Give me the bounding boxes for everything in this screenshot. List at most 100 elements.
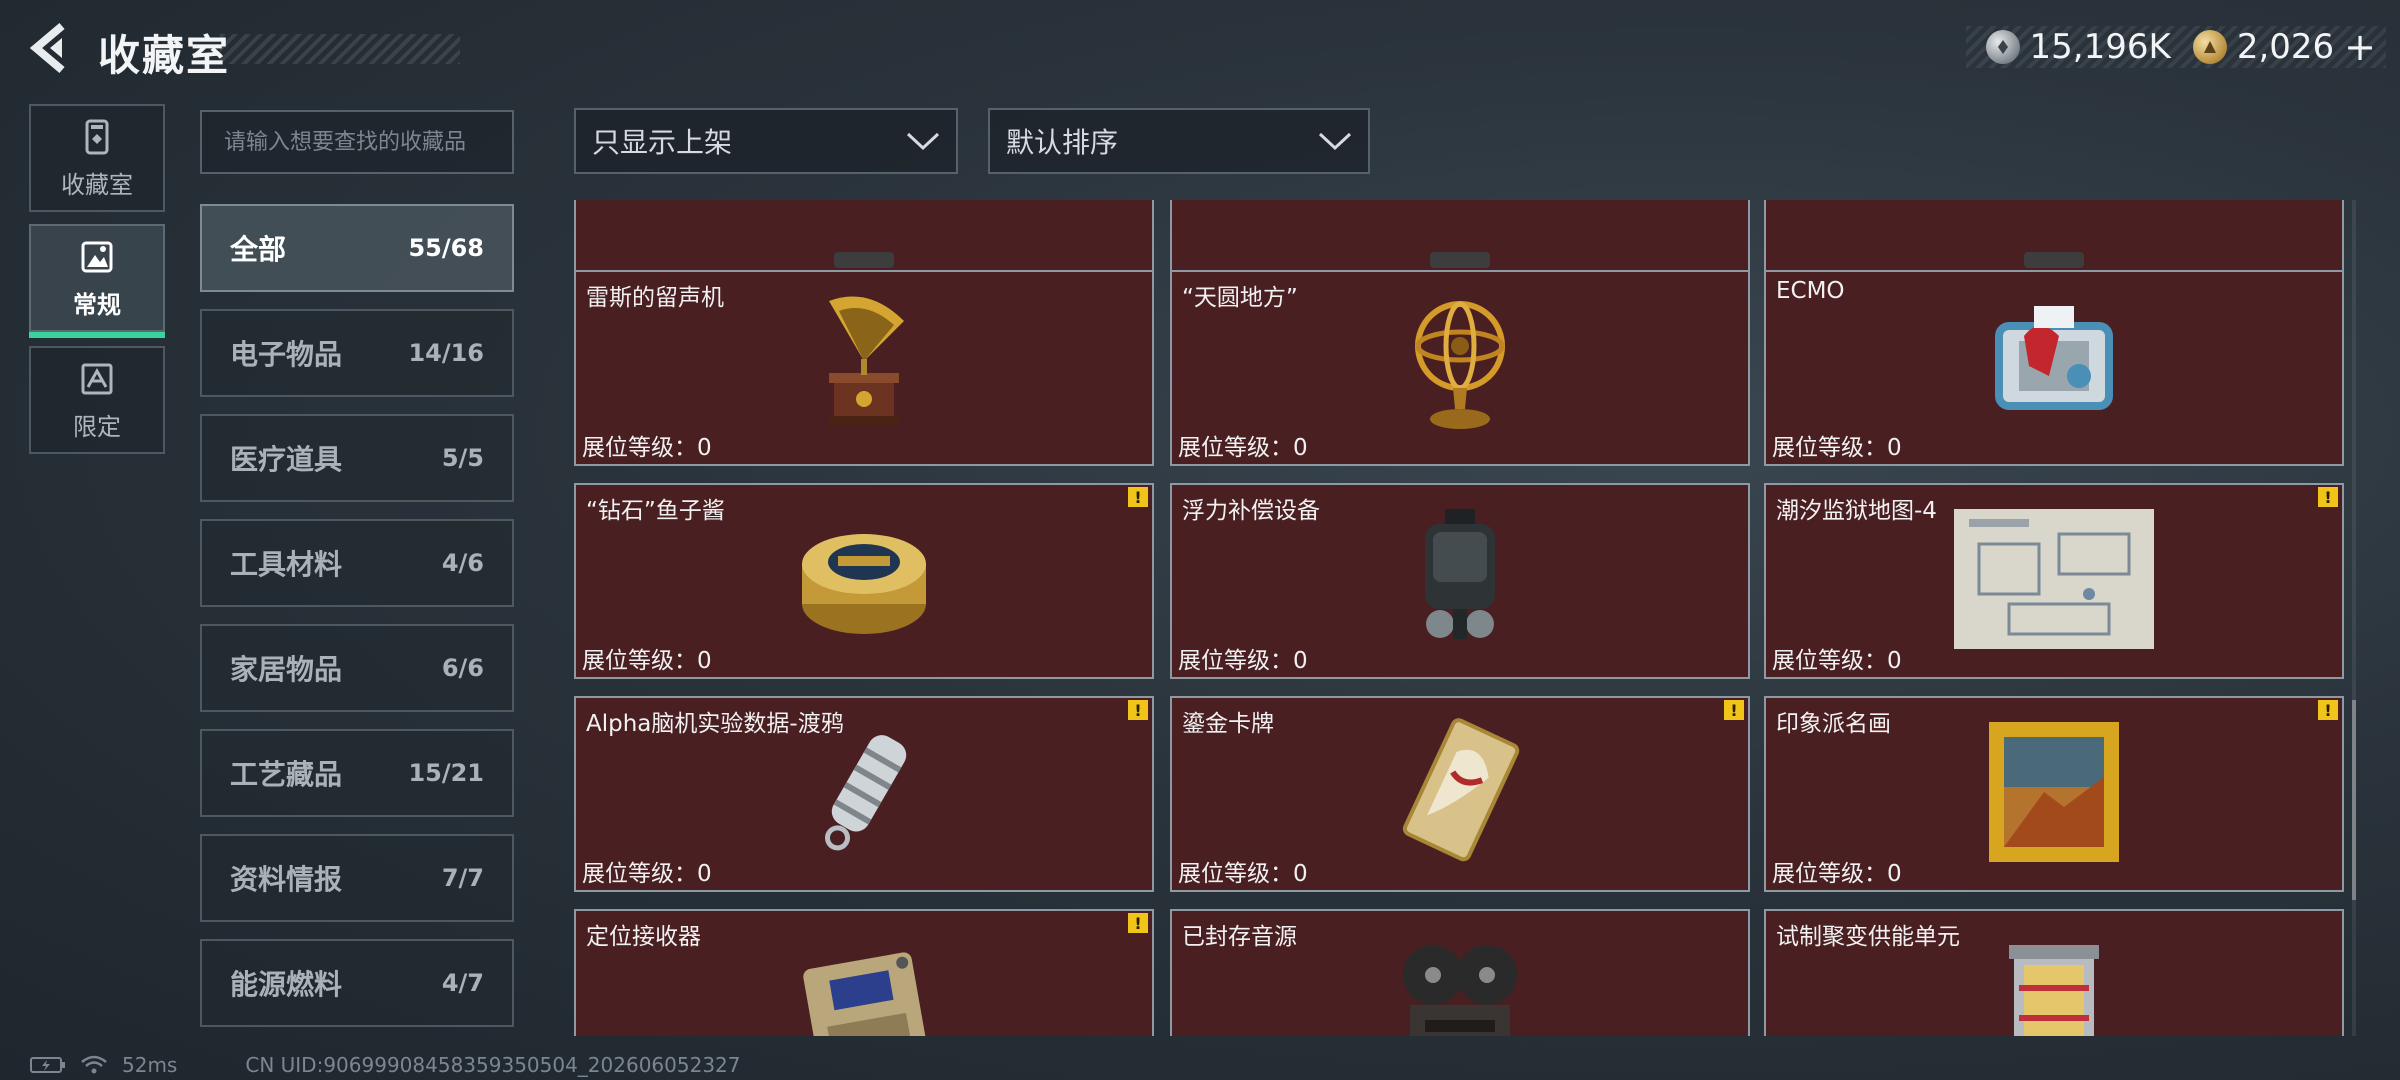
- item-receiver-icon: [794, 935, 934, 1036]
- collection-card[interactable]: 印象派名画 展位等级：0!: [1764, 696, 2344, 892]
- item-card-icon: [1400, 717, 1520, 871]
- category-count: 7/7: [441, 864, 484, 892]
- item-painting-icon: [1984, 717, 2124, 871]
- nav-collection-room[interactable]: 收藏室: [29, 104, 165, 212]
- nav-label: 收藏室: [61, 170, 133, 199]
- collection-card[interactable]: 试制聚变供能单元: [1764, 909, 2344, 1036]
- collection-card[interactable]: 浮力补偿设备展位等级：0: [1170, 483, 1750, 679]
- category-name: 资料情报: [230, 863, 343, 896]
- item-ecmo-icon: [1979, 296, 2129, 440]
- search-input[interactable]: [224, 129, 512, 155]
- warning-icon: !: [1128, 913, 1148, 933]
- category-name: 能源燃料: [230, 968, 343, 1001]
- collection-card[interactable]: “钻石”鱼子酱 展位等级：0!: [574, 483, 1154, 679]
- item-level: 展位等级：0: [1772, 641, 1902, 675]
- back-button[interactable]: [28, 22, 72, 74]
- item-name: 潮汐监狱地图-4: [1776, 498, 1937, 524]
- item-level: 展位等级：0: [1178, 428, 1308, 462]
- level-value: 0: [1293, 435, 1308, 461]
- item-armillary-icon: [1405, 291, 1515, 445]
- level-label: 展位等级：: [1178, 435, 1293, 461]
- add-currency-button[interactable]: +: [2344, 25, 2376, 69]
- collection-card[interactable]: Alpha脑机实验数据-渡鸦 展位等级：0!: [574, 696, 1154, 892]
- status-footer: 52ms CN UID:9069990845835935​0504_202606…: [30, 1052, 741, 1078]
- back-arrow-icon: [29, 22, 65, 74]
- level-label: 展位等级：: [582, 435, 697, 461]
- level-value: 0: [697, 861, 712, 887]
- category-count: 5/5: [441, 444, 484, 472]
- item-level: 展位等级：0: [1178, 641, 1308, 675]
- collection-room-icon: [85, 119, 109, 154]
- collection-card[interactable]: 鎏金卡牌 展位等级：0!: [1170, 696, 1750, 892]
- level-value: 0: [1293, 648, 1308, 674]
- category-item[interactable]: 电子物品 14/16: [200, 309, 514, 397]
- collection-card[interactable]: 已封存音源: [1170, 909, 1750, 1036]
- category-item[interactable]: 家居物品 6/6: [200, 624, 514, 712]
- category-name: 工艺藏品: [230, 758, 343, 791]
- category-count: 55/68: [408, 234, 484, 262]
- category-count: 15/21: [408, 759, 484, 787]
- search-box[interactable]: [200, 110, 514, 174]
- item-bcd-icon: [1405, 504, 1515, 658]
- item-name: Alpha脑机实验数据-渡鸦: [586, 711, 844, 737]
- item-level: 展位等级：0: [1772, 854, 1902, 888]
- item-name: 定位接收器: [586, 924, 701, 950]
- category-item[interactable]: 工具材料 4/6: [200, 519, 514, 607]
- level-label: 展位等级：: [1772, 648, 1887, 674]
- regular-icon: [81, 241, 113, 272]
- category-item[interactable]: 医疗道具 5/5: [200, 414, 514, 502]
- silver-coin-icon: [1985, 30, 2020, 64]
- collection-card[interactable]: ECMO 展位等级：0: [1764, 270, 2344, 466]
- level-label: 展位等级：: [1178, 861, 1293, 887]
- nav-limited[interactable]: 限定: [29, 346, 165, 454]
- level-value: 0: [1887, 435, 1902, 461]
- category-item[interactable]: 能源燃料 4/7: [200, 939, 514, 1027]
- nav-regular[interactable]: 常规: [29, 224, 165, 338]
- category-count: 6/6: [441, 654, 484, 682]
- level-value: 0: [1887, 648, 1902, 674]
- scrollbar-thumb[interactable]: [2352, 700, 2356, 900]
- category-count: 4/6: [441, 549, 484, 577]
- sort-value: 默认排序: [1006, 126, 1119, 159]
- level-label: 展位等级：: [1772, 435, 1887, 461]
- item-name: 浮力补偿设备: [1182, 498, 1320, 524]
- sort-dropdown[interactable]: 默认排序: [988, 108, 1370, 174]
- collection-card[interactable]: 定位接收器!: [574, 909, 1154, 1036]
- level-value: 0: [697, 648, 712, 674]
- category-count: 14/16: [408, 339, 484, 367]
- category-name: 家居物品: [230, 653, 343, 686]
- level-label: 展位等级：: [1178, 648, 1293, 674]
- nav-label: 限定: [73, 412, 121, 441]
- gold-amount: 2,026: [2236, 27, 2335, 67]
- category-item[interactable]: 工艺藏品 15/21: [200, 729, 514, 817]
- item-name: 鎏金卡牌: [1182, 711, 1274, 737]
- shelf-filter-value: 只显示上架: [592, 126, 733, 159]
- item-map-icon: [1949, 504, 2159, 658]
- warning-icon: !: [1724, 700, 1744, 720]
- uid-text: CN UID:9069990845835935​0504_20260605232…: [245, 1053, 741, 1077]
- shelf-filter-dropdown[interactable]: 只显示上架: [574, 108, 958, 174]
- title-decoration: [220, 34, 460, 64]
- category-name: 电子物品: [230, 338, 343, 371]
- level-label: 展位等级：: [582, 861, 697, 887]
- item-name: “钻石”鱼子酱: [586, 498, 725, 524]
- grid-scrollbar[interactable]: [2352, 200, 2356, 1036]
- gold-currency[interactable]: 2,026 +: [2192, 25, 2376, 69]
- item-name: 印象派名画: [1776, 711, 1891, 737]
- item-level: 展位等级：0: [1772, 428, 1902, 462]
- collection-card[interactable]: 雷斯的留声机 展位等级：0: [574, 270, 1154, 466]
- gold-coin-icon: [2192, 30, 2227, 64]
- item-caviar-icon: [794, 514, 934, 648]
- page-title: 收藏室: [98, 31, 231, 80]
- category-item[interactable]: 全部 55/68: [200, 204, 514, 292]
- item-fusion-icon: [1999, 935, 2109, 1036]
- category-item[interactable]: 资料情报 7/7: [200, 834, 514, 922]
- collection-card[interactable]: 潮汐监狱地图-4 展位等级：0!: [1764, 483, 2344, 679]
- item-level: 展位等级：0: [582, 641, 712, 675]
- warning-icon: !: [2318, 487, 2338, 507]
- collection-card[interactable]: “天圆地方” 展位等级：0: [1170, 270, 1750, 466]
- chevron-down-icon: [906, 132, 940, 151]
- category-name: 全部: [230, 233, 287, 266]
- nav-label: 常规: [73, 290, 121, 319]
- silver-currency[interactable]: 15,196K: [1985, 27, 2171, 67]
